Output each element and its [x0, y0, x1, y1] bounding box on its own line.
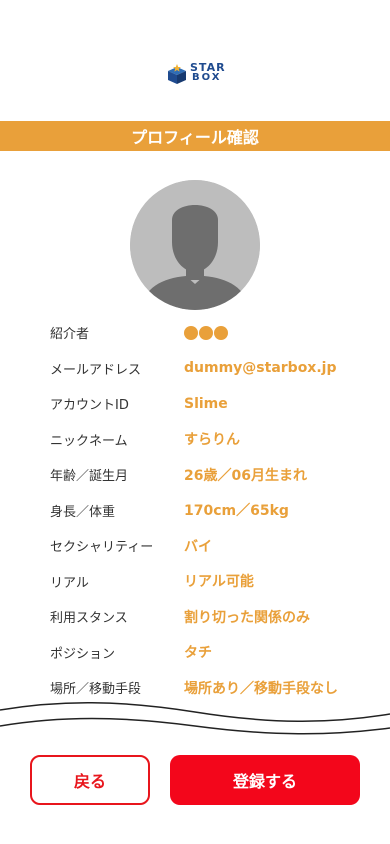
row-label: 紹介者	[50, 327, 90, 343]
profile-row-account-id: アカウントID Slime	[50, 386, 370, 422]
register-button[interactable]: 登録する	[170, 755, 360, 805]
row-value: 割り切った関係のみ	[184, 609, 310, 626]
row-label: ニックネーム	[50, 433, 128, 449]
page-title: プロフィール確認	[131, 128, 259, 147]
header-bar: プロフィール確認	[0, 121, 390, 151]
row-value: Slime	[184, 395, 228, 412]
row-label: ポジション	[50, 646, 116, 662]
row-label: メールアドレス	[50, 362, 142, 378]
profile-row-nickname: ニックネーム すらりん	[50, 422, 370, 458]
row-label: 利用スタンス	[50, 611, 128, 627]
row-value: 170cm／65kg	[184, 503, 289, 520]
profile-list: 紹介者 メールアドレス dummy@starbox.jp アカウントID Sli…	[50, 315, 370, 706]
starbox-logo: STAR BOX	[160, 50, 232, 92]
box-star-icon	[168, 64, 186, 84]
profile-row-position: ポジション タチ	[50, 635, 370, 671]
dot-icon	[184, 325, 198, 340]
row-value: タチ	[184, 645, 212, 662]
referrer-dots	[184, 325, 228, 340]
row-label: 年齢／誕生月	[50, 469, 129, 485]
profile-row-email: メールアドレス dummy@starbox.jp	[50, 351, 370, 387]
dot-icon	[214, 325, 228, 340]
avatar	[130, 180, 260, 310]
dot-icon	[199, 325, 213, 340]
row-value: リアル可能	[184, 574, 254, 591]
row-label: 身長／体重	[50, 504, 116, 520]
row-label: アカウントID	[50, 398, 129, 414]
profile-row-height-weight: 身長／体重 170cm／65kg	[50, 493, 370, 529]
profile-row-stance: 利用スタンス 割り切った関係のみ	[50, 599, 370, 635]
row-value: 26歳／06月生まれ	[184, 467, 307, 484]
profile-row-referrer: 紹介者	[50, 315, 370, 351]
wave-divider	[0, 701, 390, 735]
row-label: 場所／移動手段	[50, 682, 142, 698]
back-button[interactable]: 戻る	[30, 755, 150, 805]
row-value: すらりん	[184, 432, 240, 449]
default-user-icon	[130, 180, 260, 310]
row-value: バイ	[184, 538, 212, 555]
row-value: 場所あり／移動手段なし	[184, 680, 338, 697]
profile-row-age: 年齢／誕生月 26歳／06月生まれ	[50, 457, 370, 493]
profile-row-real: リアル リアル可能	[50, 564, 370, 600]
row-label: セクシャリティー	[50, 540, 154, 556]
row-label: リアル	[50, 575, 89, 591]
profile-row-sexuality: セクシャリティー バイ	[50, 528, 370, 564]
row-value: dummy@starbox.jp	[184, 360, 337, 377]
logo-text-box: BOX	[192, 72, 222, 83]
